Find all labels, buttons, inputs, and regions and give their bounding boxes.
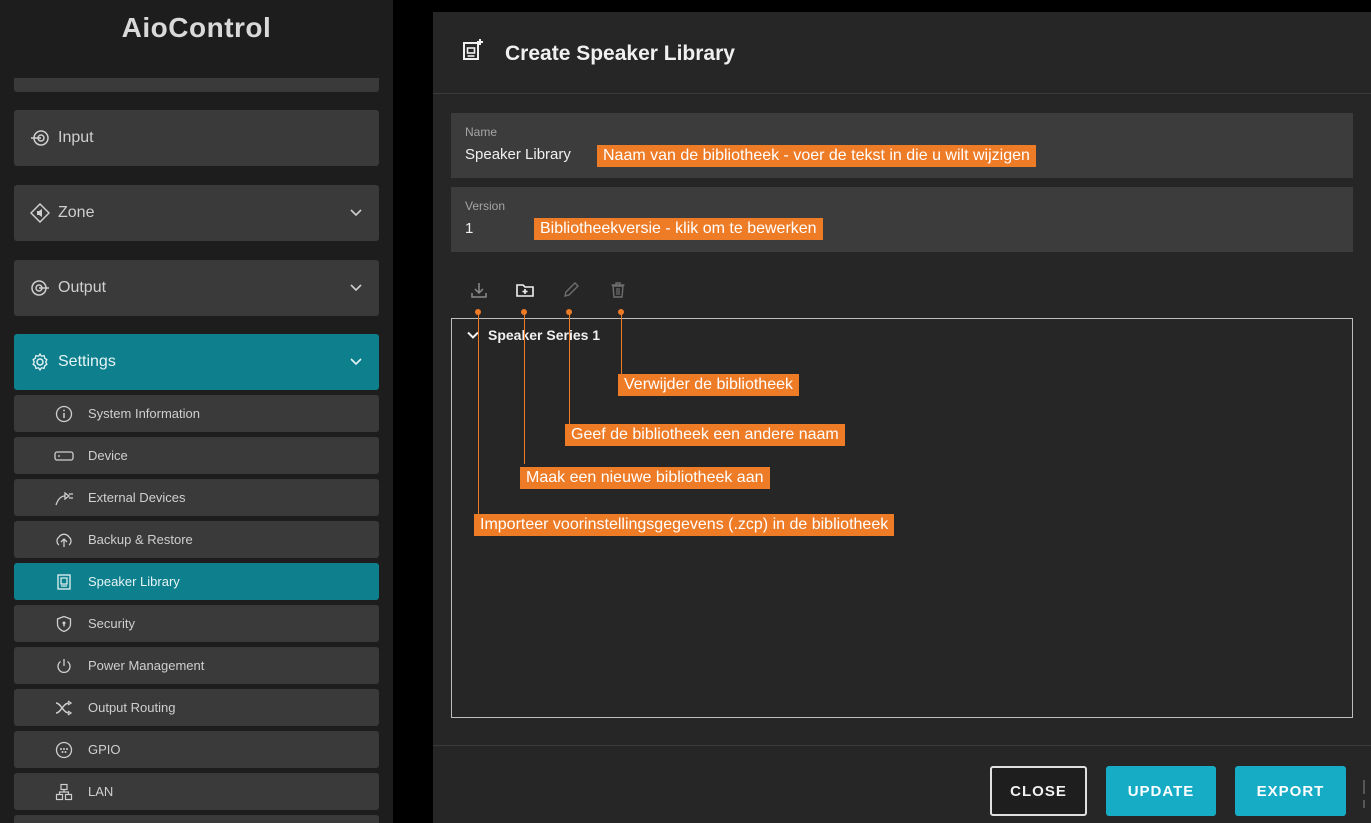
sidebar-item-label: Speaker Library bbox=[88, 574, 180, 589]
new-folder-icon[interactable] bbox=[515, 280, 535, 300]
sidebar-item-label: Output Routing bbox=[88, 700, 176, 715]
backup-icon bbox=[54, 531, 74, 549]
sidebar-item-lan[interactable]: LAN bbox=[14, 773, 379, 810]
scroll-edge-glyph bbox=[1362, 778, 1371, 818]
annotation-leader bbox=[569, 312, 570, 424]
sidebar-item-system-information[interactable]: System Information bbox=[14, 395, 379, 432]
sidebar-item-label: GPIO bbox=[88, 742, 121, 757]
add-library-icon bbox=[463, 39, 483, 60]
annotation-leader bbox=[524, 312, 525, 464]
delete-icon[interactable] bbox=[608, 280, 628, 300]
create-speaker-library-dialog: Create Speaker Library Name Speaker Libr… bbox=[433, 12, 1371, 823]
speaker-library-icon bbox=[54, 573, 74, 591]
sidebar-group-output[interactable]: Output bbox=[14, 260, 379, 316]
output-icon bbox=[30, 278, 50, 298]
sidebar-item-device[interactable]: Device bbox=[14, 437, 379, 474]
sidebar-item-backup-restore[interactable]: Backup & Restore bbox=[14, 521, 379, 558]
import-icon[interactable] bbox=[469, 280, 489, 300]
chevron-down-icon[interactable] bbox=[349, 205, 363, 219]
sidebar-item-partial bbox=[14, 815, 379, 823]
sidebar-item-label: LAN bbox=[88, 784, 114, 799]
tree-node-speaker-series[interactable]: Speaker Series 1 bbox=[466, 327, 600, 343]
lan-icon bbox=[54, 783, 74, 801]
gpio-icon bbox=[54, 741, 74, 759]
dialog-header: Create Speaker Library bbox=[433, 12, 1371, 94]
sidebar-item-label: Power Management bbox=[88, 658, 205, 673]
export-button[interactable]: EXPORT bbox=[1235, 766, 1346, 816]
device-icon bbox=[54, 447, 74, 465]
sidebar-item-external-devices[interactable]: External Devices bbox=[14, 479, 379, 516]
sidebar-item-label: Backup & Restore bbox=[88, 532, 193, 547]
shield-icon bbox=[54, 615, 74, 633]
chevron-down-icon[interactable] bbox=[349, 280, 363, 294]
sidebar-group-zone[interactable]: Zone bbox=[14, 185, 379, 241]
settings-icon bbox=[30, 352, 50, 372]
zone-icon bbox=[30, 203, 50, 223]
sidebar-item-label: Security bbox=[88, 616, 135, 631]
sidebar-group-label: Input bbox=[58, 129, 94, 146]
sidebar-item-gpio[interactable]: GPIO bbox=[14, 731, 379, 768]
close-button[interactable]: CLOSE bbox=[990, 766, 1087, 816]
rename-icon[interactable] bbox=[561, 280, 581, 300]
annotation-name-hint: Naam van de bibliotheek - voer de tekst … bbox=[597, 145, 1036, 167]
sidebar-item-label: System Information bbox=[88, 406, 200, 421]
sidebar-group-input[interactable]: Input bbox=[14, 110, 379, 166]
brand-logo: AioControl bbox=[121, 12, 272, 43]
tree-node-label: Speaker Series 1 bbox=[488, 327, 601, 343]
footer-divider bbox=[433, 745, 1371, 746]
dialog-title: Create Speaker Library bbox=[505, 42, 735, 65]
sidebar-item-power-management[interactable]: Power Management bbox=[14, 647, 379, 684]
routing-icon bbox=[54, 699, 74, 717]
annotation-delete-hint: Verwijder de bibliotheek bbox=[618, 374, 799, 396]
version-field-value[interactable]: 1 bbox=[465, 220, 473, 237]
sidebar-item-label: External Devices bbox=[88, 490, 186, 505]
sidebar-group-label: Output bbox=[58, 279, 107, 296]
sidebar-group-label: Zone bbox=[58, 204, 95, 221]
sidebar-item-speaker-library[interactable]: Speaker Library bbox=[14, 563, 379, 600]
power-icon bbox=[54, 657, 74, 675]
annotation-leader bbox=[621, 312, 622, 374]
annotation-new-hint: Maak een nieuwe bibliotheek aan bbox=[520, 467, 770, 489]
sidebar-item-output-routing[interactable]: Output Routing bbox=[14, 689, 379, 726]
version-field-label: Version bbox=[465, 199, 506, 213]
sidebar-group-label: Settings bbox=[58, 353, 116, 370]
sidebar-partial-item bbox=[14, 78, 379, 92]
name-field-label: Name bbox=[465, 125, 498, 139]
annotation-import-hint: Importeer voorinstellingsgegevens (.zcp)… bbox=[474, 514, 895, 536]
sidebar-item-security[interactable]: Security bbox=[14, 605, 379, 642]
chevron-down-icon[interactable] bbox=[349, 354, 363, 368]
sidebar-item-label: Device bbox=[88, 448, 128, 463]
sidebar-group-settings[interactable]: Settings bbox=[14, 334, 379, 390]
input-icon bbox=[30, 128, 50, 148]
annotation-rename-hint: Geef de bibliotheek een andere naam bbox=[565, 424, 845, 446]
annotation-version-hint: Bibliotheekversie - klik om te bewerken bbox=[534, 218, 823, 240]
sidebar: AioControl Input Zone Output Settings Sy… bbox=[0, 0, 393, 823]
update-button[interactable]: UPDATE bbox=[1106, 766, 1216, 816]
annotation-leader bbox=[478, 312, 479, 517]
external-devices-icon bbox=[54, 489, 74, 507]
name-field-value[interactable]: Speaker Library bbox=[465, 146, 571, 163]
info-icon bbox=[54, 405, 74, 423]
